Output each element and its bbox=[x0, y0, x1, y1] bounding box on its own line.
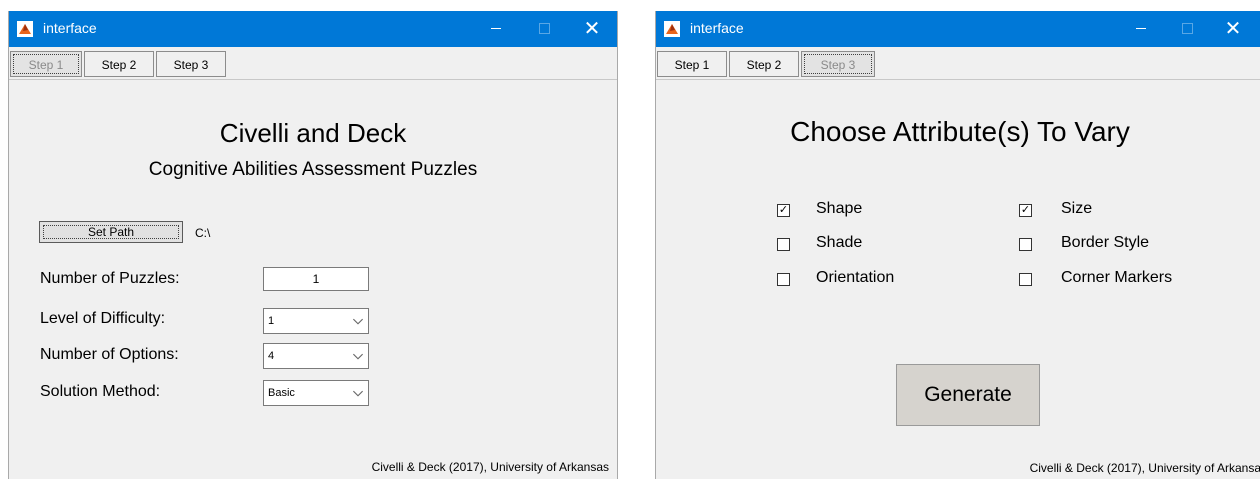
chevron-down-icon bbox=[352, 318, 364, 325]
maximize-button[interactable] bbox=[521, 11, 567, 47]
tab-step-3[interactable]: Step 3 bbox=[156, 51, 226, 77]
minimize-icon bbox=[1136, 28, 1146, 30]
generate-button[interactable]: Generate bbox=[896, 364, 1040, 426]
method-value: Basic bbox=[268, 387, 295, 399]
checkmark-icon: ✓ bbox=[1020, 204, 1031, 216]
border-style-checkbox[interactable] bbox=[1019, 238, 1032, 251]
page-title: Civelli and Deck bbox=[219, 118, 407, 148]
shade-checkbox[interactable] bbox=[777, 238, 790, 251]
footer-credit: Civelli & Deck (2017), University of Ark… bbox=[371, 460, 609, 474]
matlab-icon bbox=[17, 21, 33, 37]
corner-markers-checkbox[interactable] bbox=[1019, 273, 1032, 286]
path-value: C:\ bbox=[195, 226, 211, 240]
window-title: interface bbox=[690, 20, 744, 36]
set-path-label: Set Path bbox=[40, 222, 182, 242]
tab-step-2[interactable]: Step 2 bbox=[84, 51, 154, 77]
maximize-icon bbox=[1181, 23, 1193, 35]
set-path-button[interactable]: Set Path bbox=[39, 221, 183, 243]
footer-credit: Civelli & Deck (2017), University of Ark… bbox=[1029, 461, 1260, 475]
orientation-checkbox[interactable] bbox=[777, 273, 790, 286]
left-window: interface ✕ Step 1 Step 2 Step 3 Civelli… bbox=[8, 11, 618, 479]
size-label: Size bbox=[1061, 200, 1093, 217]
page-subtitle: Cognitive Abilities Assessment Puzzles bbox=[148, 159, 478, 180]
page-title: Choose Attribute(s) To Vary bbox=[790, 116, 1130, 147]
close-button[interactable]: ✕ bbox=[569, 11, 615, 47]
matlab-icon bbox=[664, 21, 680, 37]
orientation-label: Orientation bbox=[816, 269, 895, 286]
num-puzzles-input[interactable]: 1 bbox=[263, 267, 369, 291]
options-label: Number of Options: bbox=[40, 346, 179, 363]
shape-label: Shape bbox=[816, 200, 863, 217]
method-select[interactable]: Basic bbox=[263, 380, 369, 406]
num-puzzles-label: Number of Puzzles: bbox=[40, 270, 180, 287]
close-icon: ✕ bbox=[1224, 18, 1242, 40]
size-checkbox[interactable]: ✓ bbox=[1019, 204, 1032, 217]
method-label: Solution Method: bbox=[40, 383, 161, 400]
maximize-icon bbox=[538, 23, 550, 35]
tab-step-2[interactable]: Step 2 bbox=[729, 51, 799, 77]
right-window: interface ✕ Step 1 Step 2 Step 3 Choose … bbox=[655, 11, 1260, 479]
tab-step-3[interactable]: Step 3 bbox=[801, 51, 875, 77]
minimize-button[interactable] bbox=[1118, 11, 1164, 47]
step-3-panel: Choose Attribute(s) To Vary ✓ Shape ✓ Si… bbox=[656, 79, 1260, 479]
difficulty-select[interactable]: 1 bbox=[263, 308, 369, 334]
minimize-button[interactable] bbox=[473, 11, 519, 47]
tab-step-1[interactable]: Step 1 bbox=[10, 51, 82, 77]
minimize-icon bbox=[491, 28, 501, 30]
border-style-label: Border Style bbox=[1061, 234, 1150, 251]
close-button[interactable]: ✕ bbox=[1210, 11, 1256, 47]
options-select[interactable]: 4 bbox=[263, 343, 369, 369]
window-title: interface bbox=[43, 20, 97, 36]
close-icon: ✕ bbox=[583, 18, 601, 40]
corner-markers-label: Corner Markers bbox=[1061, 269, 1173, 286]
maximize-button[interactable] bbox=[1164, 11, 1210, 47]
tab-step-1[interactable]: Step 1 bbox=[657, 51, 727, 77]
difficulty-value: 1 bbox=[268, 315, 275, 327]
title-bar[interactable]: interface ✕ bbox=[656, 11, 1260, 47]
step-1-panel: Civelli and Deck Cognitive Abilities Ass… bbox=[9, 79, 617, 479]
chevron-down-icon bbox=[352, 353, 364, 360]
checkmark-icon: ✓ bbox=[778, 204, 789, 216]
chevron-down-icon bbox=[352, 390, 364, 397]
title-bar[interactable]: interface ✕ bbox=[9, 11, 617, 47]
shade-label: Shade bbox=[816, 234, 863, 251]
shape-checkbox[interactable]: ✓ bbox=[777, 204, 790, 217]
options-value: 4 bbox=[268, 350, 275, 362]
difficulty-label: Level of Difficulty: bbox=[40, 310, 166, 327]
